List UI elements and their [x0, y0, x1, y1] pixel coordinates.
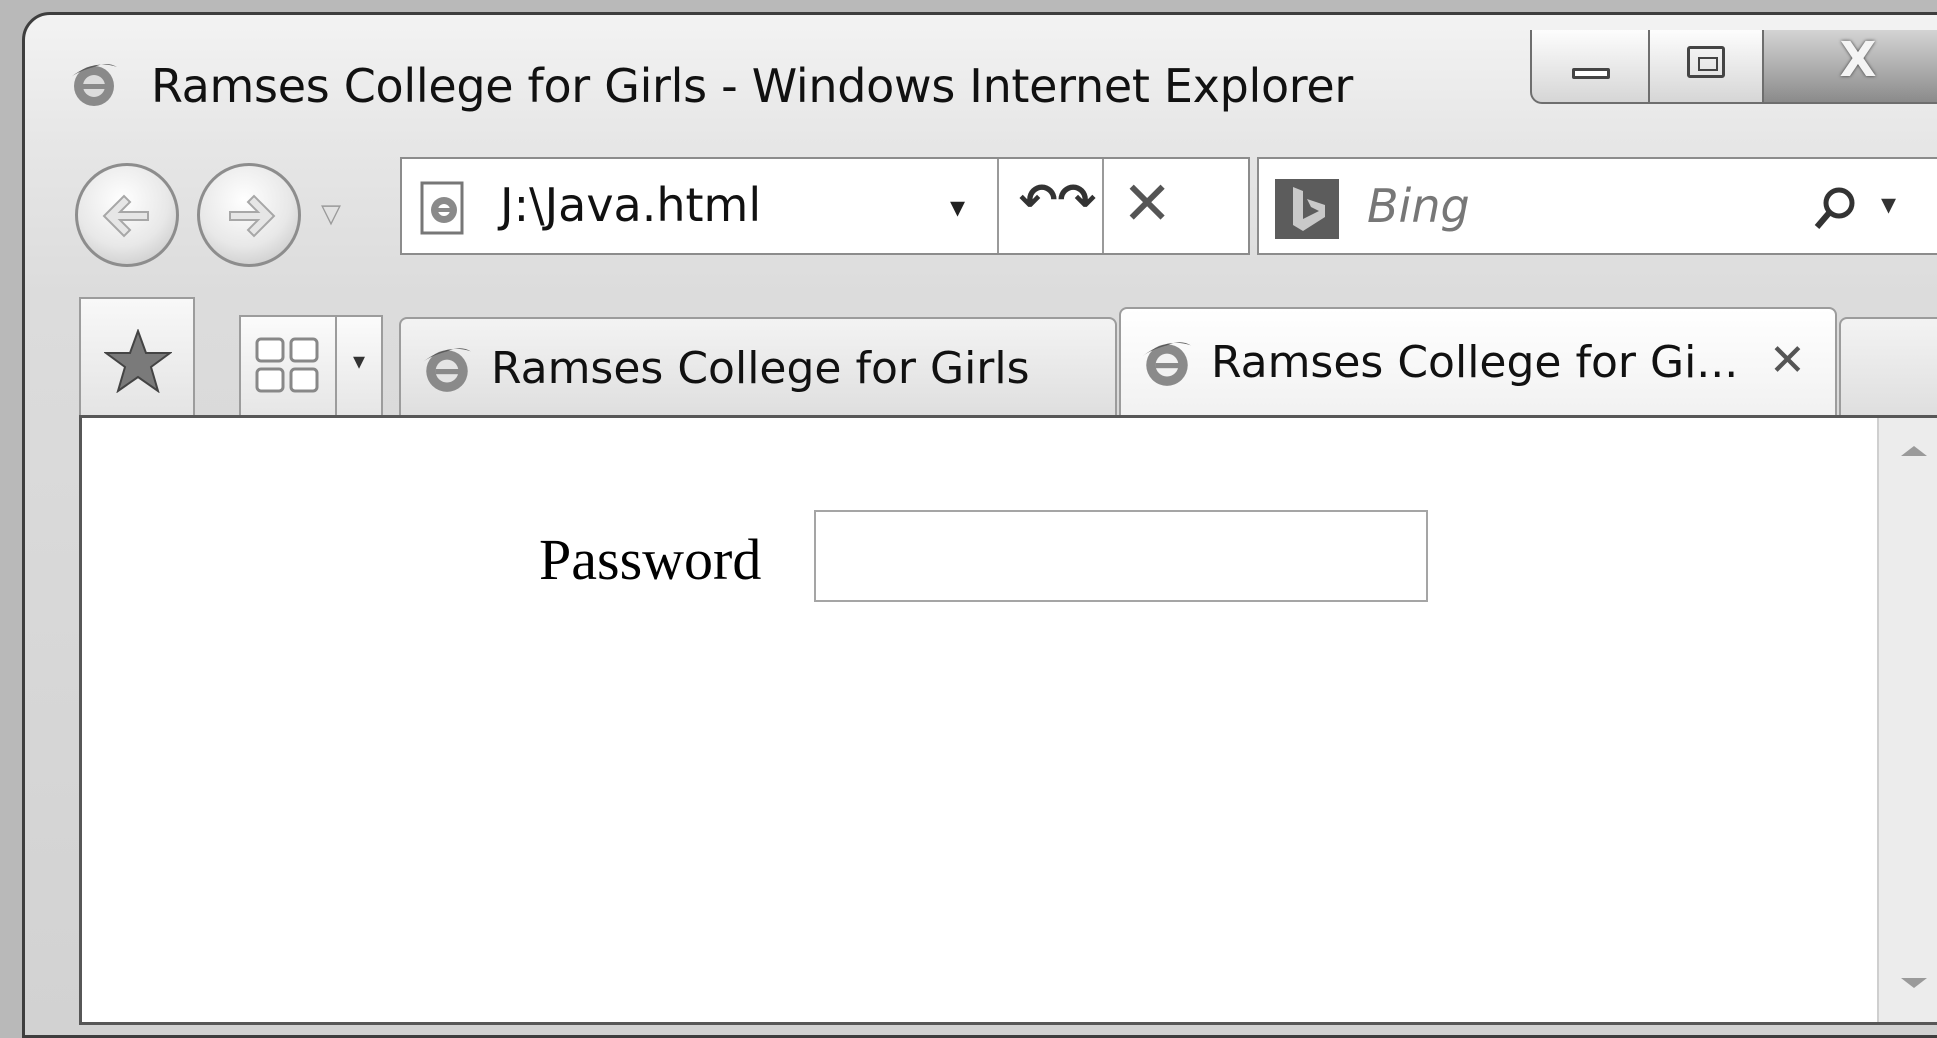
star-icon	[104, 329, 172, 393]
restore-icon	[1687, 46, 1725, 78]
window-title: Ramses College for Girls - Windows Inter…	[151, 59, 1354, 113]
refresh-icon[interactable]: ↶↷	[1019, 173, 1096, 227]
minimize-icon	[1572, 68, 1610, 79]
password-field[interactable]	[814, 510, 1428, 602]
quick-tabs-icon	[255, 337, 319, 393]
magnifier-icon[interactable]	[1811, 183, 1861, 233]
back-arrow-icon	[102, 194, 149, 238]
back-button[interactable]	[75, 163, 179, 267]
forward-button[interactable]	[197, 163, 301, 267]
tab-list-dropdown[interactable]: ▾	[337, 315, 383, 415]
bing-logo-icon	[1275, 179, 1339, 239]
close-icon: X	[1839, 32, 1877, 88]
tab-label: Ramses College for Gi...	[1211, 337, 1739, 388]
address-input[interactable]: J:\Java.html	[500, 178, 761, 232]
search-options-dropdown[interactable]: ▾	[1881, 187, 1896, 222]
search-box[interactable]: Bing ▾	[1257, 157, 1937, 255]
password-label: Password	[539, 527, 762, 592]
quick-tabs-button[interactable]	[239, 315, 337, 415]
recent-pages-dropdown[interactable]: ▽	[321, 199, 341, 229]
ie-logo-icon	[71, 64, 117, 106]
tab-ramses-college[interactable]: Ramses College for Girls	[399, 317, 1117, 415]
new-tab-button[interactable]	[1839, 317, 1937, 415]
vertical-scrollbar[interactable]	[1877, 418, 1937, 1022]
search-input[interactable]: Bing	[1367, 179, 1470, 233]
ie-logo-icon	[1143, 342, 1191, 386]
address-divider	[997, 159, 999, 253]
scroll-down-icon[interactable]	[1901, 978, 1927, 988]
address-bar[interactable]: J:\Java.html ▾ ↶↷ ✕	[400, 157, 1250, 255]
ie-page-icon	[420, 181, 464, 235]
stop-icon[interactable]: ✕	[1122, 169, 1172, 239]
scroll-up-icon[interactable]	[1901, 446, 1927, 456]
tab-label: Ramses College for Girls	[491, 343, 1030, 394]
favorites-button[interactable]	[79, 297, 195, 415]
close-tab-icon[interactable]: ✕	[1769, 335, 1806, 386]
address-divider	[1102, 159, 1104, 253]
page-content: Password	[79, 415, 1937, 1025]
close-button[interactable]: X	[1764, 30, 1937, 104]
address-dropdown-icon[interactable]: ▾	[950, 190, 965, 225]
browser-window: Ramses College for Girls - Windows Inter…	[22, 12, 1937, 1038]
maximize-button[interactable]	[1650, 30, 1764, 104]
tab-bar: ▾ Ramses College for Girls Ramses Colleg…	[79, 297, 1937, 417]
window-controls: X	[1530, 30, 1937, 108]
forward-arrow-icon	[229, 194, 276, 238]
ie-logo-icon	[423, 348, 471, 392]
tab-ramses-college-active[interactable]: Ramses College for Gi... ✕	[1119, 307, 1837, 417]
minimize-button[interactable]	[1530, 30, 1650, 104]
